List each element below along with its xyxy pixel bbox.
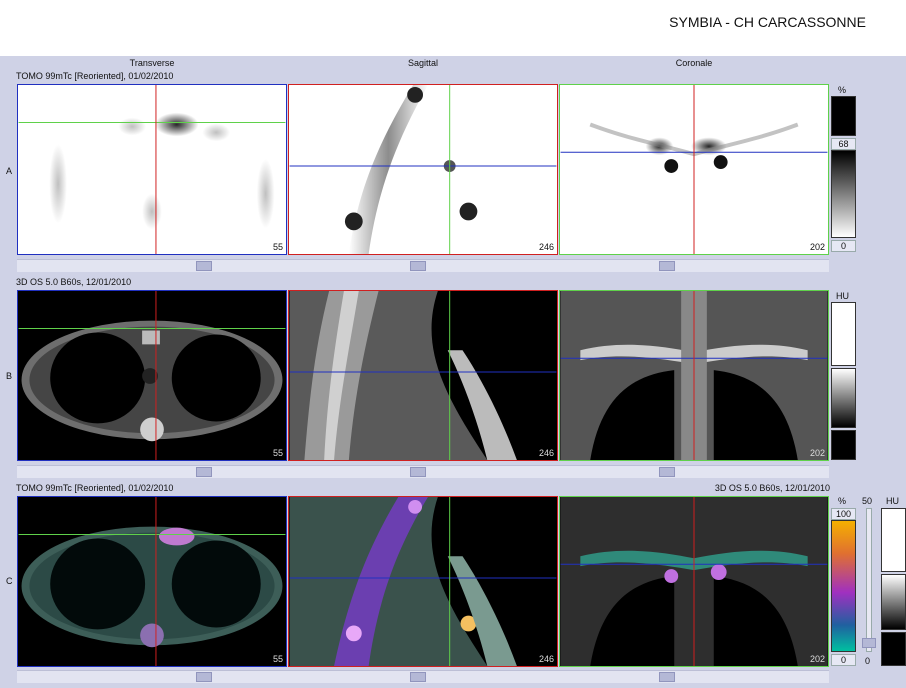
row-c-scroll-track[interactable] — [17, 670, 829, 683]
spect-transverse-panel[interactable]: 55 — [17, 84, 287, 255]
coronal-slice-slider[interactable] — [659, 672, 675, 682]
blend-slider-track[interactable] — [866, 508, 872, 652]
row-c-study-label-left: TOMO 99mTc [Reoriented], 01/02/2010 — [16, 483, 174, 493]
scale-max-value[interactable]: 100 — [831, 508, 856, 520]
spect-sagittal-panel[interactable]: 246 — [288, 84, 558, 255]
sagittal-slice-slider[interactable] — [410, 261, 426, 271]
row-a-study-label: TOMO 99mTc [Reoriented], 01/02/2010 — [16, 71, 174, 81]
row-a-letter: A — [6, 166, 13, 176]
fused-sagittal-panel[interactable]: 246 — [288, 496, 558, 667]
ct-gray-scale[interactable] — [831, 368, 856, 428]
ct-transverse-panel[interactable]: 55 — [17, 290, 287, 461]
fusion-color-scale[interactable] — [831, 520, 856, 652]
fusion-ct-scale-top — [881, 508, 906, 572]
spect-sagittal-image — [289, 85, 557, 254]
scale-min-value[interactable]: 0 — [831, 240, 856, 252]
slice-number: 246 — [538, 242, 554, 252]
row-a-scroll-track[interactable] — [17, 259, 829, 272]
sagittal-slice-slider[interactable] — [410, 467, 426, 477]
blend-min-label: 0 — [865, 656, 871, 666]
row-b-letter: B — [6, 371, 13, 381]
site-title: SYMBIA - CH CARCASSONNE — [669, 14, 866, 30]
slice-number: 246 — [538, 654, 554, 664]
slice-number: 55 — [272, 654, 283, 664]
report-header: SYMBIA - CH CARCASSONNE — [0, 0, 906, 56]
coronal-slice-slider[interactable] — [659, 261, 675, 271]
row-c-study-label-right: 3D OS 5.0 B60s, 12/01/2010 — [714, 483, 830, 493]
ct-scale-unit-label: HU — [886, 496, 899, 506]
fused-sagittal-image — [289, 497, 557, 666]
spect-color-scale[interactable] — [831, 150, 856, 238]
row-b-study-label: 3D OS 5.0 B60s, 12/01/2010 — [16, 277, 132, 287]
fused-transverse-panel[interactable]: 55 — [17, 496, 287, 667]
ct-coronal-panel[interactable]: 202 — [559, 290, 829, 461]
spect-coronal-image — [560, 85, 828, 254]
ct-sagittal-image — [289, 291, 557, 460]
transverse-slice-slider[interactable] — [196, 467, 212, 477]
sagittal-slice-slider[interactable] — [410, 672, 426, 682]
ct-gray-scale-bottom — [831, 430, 856, 460]
slice-number: 246 — [538, 448, 554, 458]
scale-unit-label: % — [838, 85, 847, 95]
slice-number: 202 — [809, 448, 825, 458]
fusion-ct-scale-bottom — [881, 632, 906, 666]
ct-coronal-image — [560, 291, 828, 460]
slice-number: 202 — [809, 242, 825, 252]
slice-number: 55 — [272, 242, 283, 252]
fused-transverse-image — [18, 497, 286, 666]
spect-coronal-panel[interactable]: 202 — [559, 84, 829, 255]
fused-coronal-panel[interactable]: 202 — [559, 496, 829, 667]
ct-transverse-image — [18, 291, 286, 460]
ct-gray-scale-top — [831, 302, 856, 366]
slice-number: 202 — [809, 654, 825, 664]
transverse-slice-slider[interactable] — [196, 261, 212, 271]
spect-transverse-image — [18, 85, 286, 254]
slice-number: 55 — [272, 448, 283, 458]
scale-max-value[interactable]: 68 — [831, 138, 856, 150]
viewer-area: Transverse Sagittal Coronale TOMO 99mTc … — [0, 56, 906, 688]
scale-unit-label: % — [838, 496, 847, 506]
spect-color-scale-top — [831, 96, 856, 136]
coronal-slice-slider[interactable] — [659, 467, 675, 477]
blend-max-label: 50 — [862, 496, 873, 506]
column-header-transverse: Transverse — [129, 58, 175, 68]
column-header-sagittal: Sagittal — [407, 58, 439, 68]
scale-unit-label: HU — [836, 291, 849, 301]
scale-min-value[interactable]: 0 — [831, 654, 856, 666]
blend-slider-thumb[interactable] — [862, 638, 876, 648]
ct-sagittal-panel[interactable]: 246 — [288, 290, 558, 461]
transverse-slice-slider[interactable] — [196, 672, 212, 682]
row-c-letter: C — [6, 576, 13, 586]
fused-coronal-image — [560, 497, 828, 666]
row-b-scroll-track[interactable] — [17, 465, 829, 478]
fusion-ct-gray-scale[interactable] — [881, 574, 906, 630]
column-header-coronal: Coronale — [675, 58, 713, 68]
